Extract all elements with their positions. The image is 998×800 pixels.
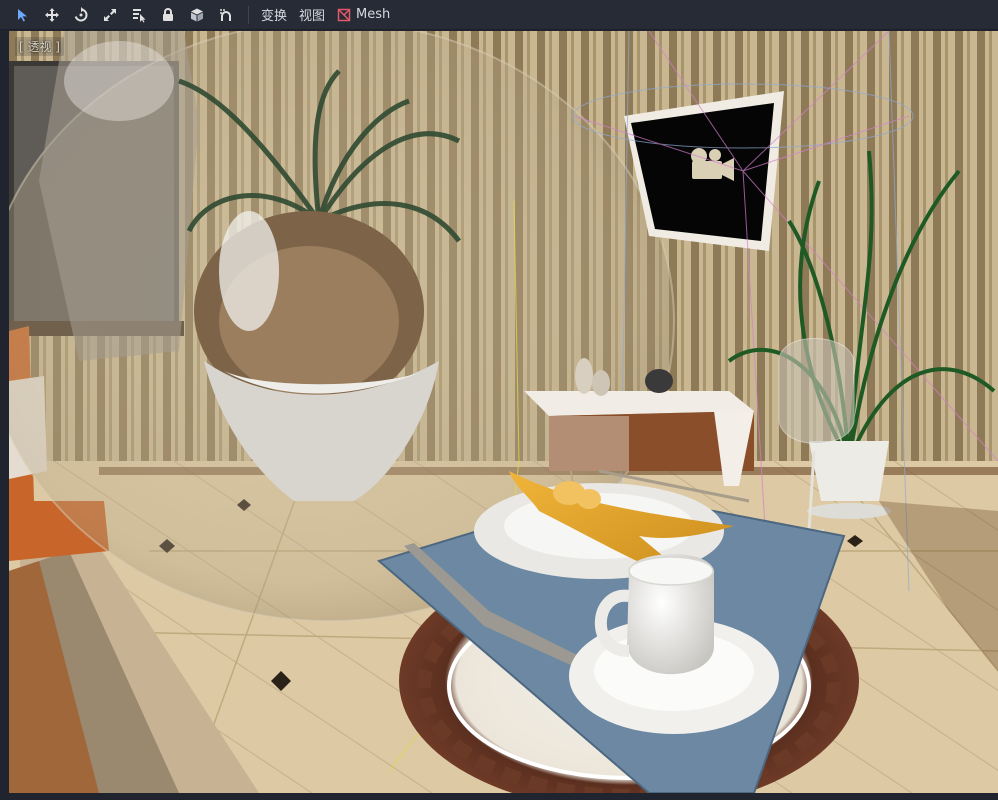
- mesh-menu-label: Mesh: [356, 7, 391, 22]
- move-tool-button[interactable]: [39, 2, 65, 28]
- scale-icon: [104, 8, 116, 21]
- cube-icon: [191, 8, 203, 21]
- perspective-label[interactable]: [ 透视 ]: [15, 37, 64, 56]
- viewport-bottom-border: [0, 793, 998, 800]
- editor-toolbar: 变换 视图 Mesh: [0, 0, 998, 30]
- scale-tool-button[interactable]: [97, 2, 123, 28]
- rotate-tool-button[interactable]: [68, 2, 94, 28]
- snap-icon: [220, 8, 231, 21]
- viewport-left-border: [0, 31, 9, 793]
- lock-tool-button[interactable]: [155, 2, 181, 28]
- scene-render: [9, 31, 998, 793]
- group-tool-button[interactable]: [184, 2, 210, 28]
- mesh-menu[interactable]: Mesh: [331, 3, 396, 26]
- lock-icon: [163, 7, 173, 21]
- list-select-tool-button[interactable]: [126, 2, 152, 28]
- cursor-arrow-icon: [18, 8, 27, 21]
- snap-tool-button[interactable]: [213, 2, 239, 28]
- transform-menu[interactable]: 变换: [255, 1, 293, 28]
- list-select-icon: [133, 8, 146, 22]
- select-tool-button[interactable]: [10, 2, 36, 28]
- move-cross-icon: [45, 7, 59, 22]
- view-menu[interactable]: 视图: [293, 1, 331, 28]
- 3d-viewport[interactable]: [ 透视 ]: [9, 31, 998, 793]
- toolbar-separator: [248, 5, 249, 24]
- mesh-icon: [337, 8, 351, 21]
- rotate-icon: [74, 6, 88, 21]
